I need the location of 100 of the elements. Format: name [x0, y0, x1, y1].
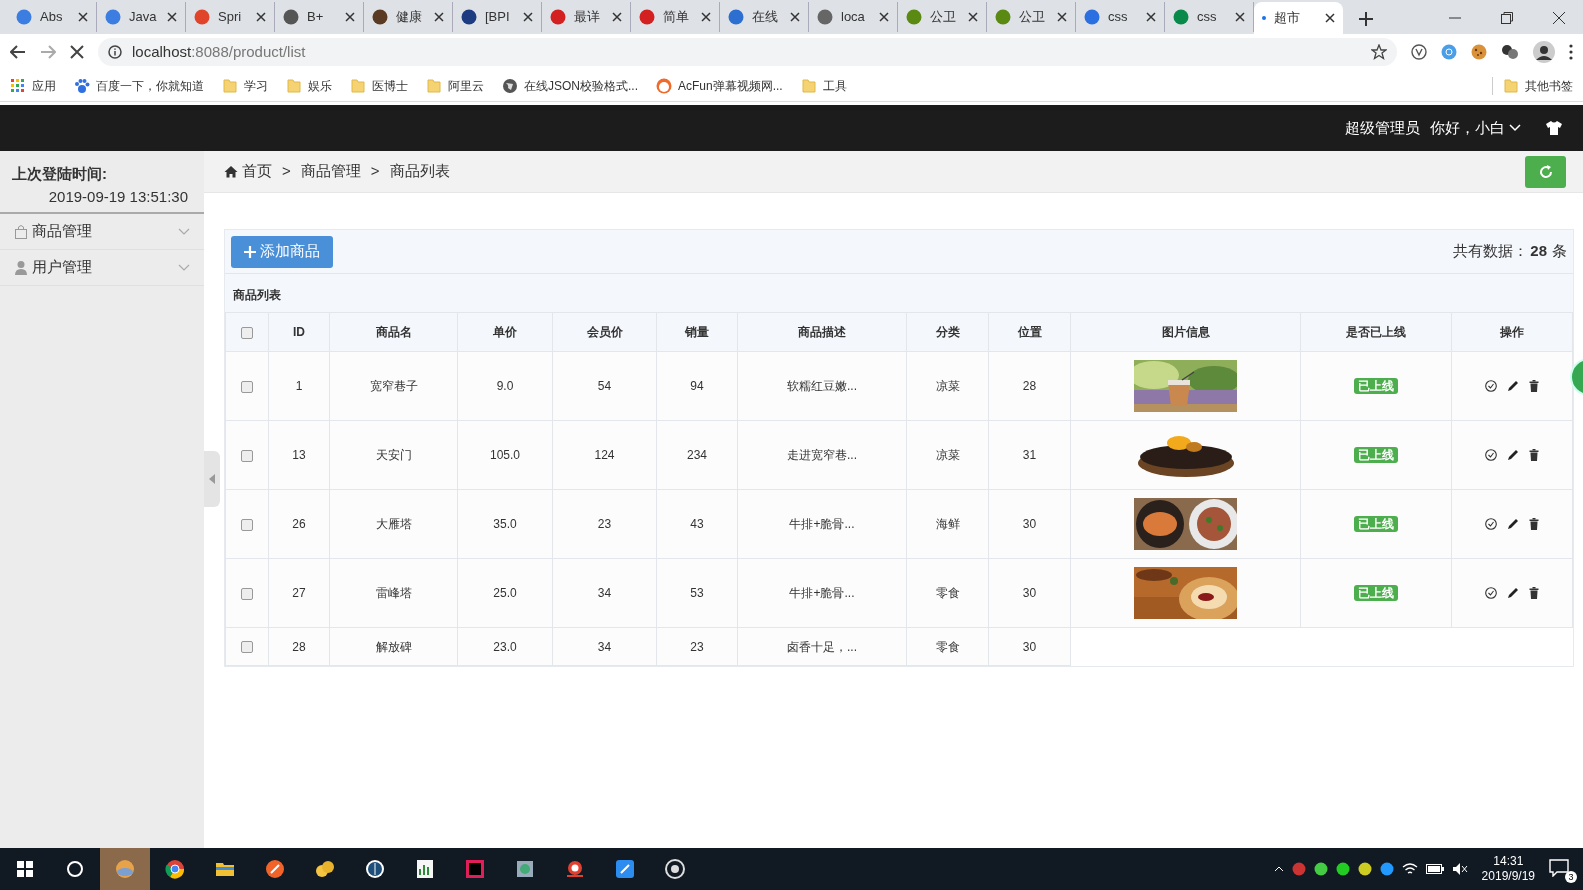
pencil-icon[interactable] — [1507, 587, 1519, 599]
cookie-icon[interactable] — [1471, 44, 1487, 60]
close-icon[interactable] — [701, 12, 711, 22]
refresh-button[interactable] — [1525, 155, 1566, 188]
close-icon[interactable] — [1235, 12, 1245, 22]
row-checkbox[interactable] — [241, 587, 253, 600]
check-circle-icon[interactable] — [1485, 449, 1497, 461]
close-icon[interactable] — [78, 12, 88, 22]
new-tab-icon[interactable] — [1359, 12, 1373, 26]
app-icon[interactable] — [615, 859, 635, 879]
close-icon[interactable] — [523, 12, 533, 22]
windows-icon[interactable] — [15, 859, 35, 879]
browser-tab[interactable]: 最详 — [542, 2, 631, 32]
extension-icon[interactable] — [1411, 44, 1427, 60]
table-cell: 23.0 — [493, 639, 517, 654]
trash-icon[interactable] — [1529, 380, 1539, 392]
app-icon[interactable] — [265, 859, 285, 879]
search-icon[interactable] — [65, 859, 85, 879]
tray-icon[interactable] — [1379, 862, 1394, 876]
column-header: 商品名 — [375, 325, 412, 339]
collapse-handle[interactable] — [204, 451, 220, 507]
row-checkbox[interactable] — [241, 449, 253, 462]
app-icon[interactable] — [665, 859, 685, 879]
bookmark[interactable]: AcFun弹幕视频网... — [656, 76, 783, 95]
check-circle-icon[interactable] — [1485, 380, 1497, 392]
bookmark[interactable]: 百度一下，你就知道 — [74, 76, 204, 95]
wifi-icon[interactable] — [1401, 862, 1418, 876]
back-icon[interactable] — [10, 45, 26, 59]
close-icon[interactable] — [434, 12, 444, 22]
check-circle-icon[interactable] — [1485, 587, 1497, 599]
app-icon[interactable] — [365, 859, 385, 879]
bookmark[interactable]: 学习 — [222, 76, 268, 95]
select-all-checkbox[interactable] — [241, 326, 253, 339]
tray-icon[interactable] — [1335, 862, 1350, 876]
shirt-icon[interactable] — [1545, 120, 1563, 136]
row-checkbox[interactable] — [241, 518, 253, 531]
close-icon[interactable] — [167, 12, 177, 22]
pencil-icon[interactable] — [1507, 518, 1519, 530]
app-icon[interactable] — [315, 859, 335, 879]
app-icon[interactable] — [515, 859, 535, 879]
pencil-icon[interactable] — [1507, 380, 1519, 392]
browser-tab[interactable]: css — [1076, 2, 1165, 32]
breadcrumb-link[interactable]: 商品列表 — [389, 160, 450, 183]
avatar-icon[interactable] — [1533, 41, 1555, 63]
caret-up-icon[interactable] — [1273, 866, 1284, 872]
bookmark[interactable]: 娱乐 — [286, 76, 332, 95]
bookmark[interactable]: 其他书签 — [1492, 76, 1573, 95]
stop-icon[interactable] — [70, 45, 84, 59]
browser-tab[interactable]: Abs — [8, 2, 97, 32]
close-icon[interactable] — [256, 12, 266, 22]
bookmark[interactable]: 应用 — [10, 76, 56, 95]
battery-icon[interactable] — [1425, 864, 1444, 874]
trash-icon[interactable] — [1529, 587, 1539, 599]
check-circle-icon[interactable] — [1485, 518, 1497, 530]
browser-tab[interactable]: Spri — [186, 2, 275, 32]
browser-tab[interactable]: 公卫 — [898, 2, 987, 32]
user-menu[interactable]: 你好，小白 — [1430, 116, 1521, 140]
close-icon[interactable] — [968, 12, 978, 22]
browser-tab[interactable]: loca — [809, 2, 898, 32]
browser-tab[interactable]: Java — [97, 2, 186, 32]
breadcrumb-link[interactable]: 商品管理 — [300, 160, 361, 183]
extension-icon[interactable] — [1501, 44, 1519, 60]
browser-tab[interactable]: 在线 — [720, 2, 809, 32]
browser-tab[interactable]: css — [1165, 2, 1254, 32]
close-icon[interactable] — [879, 12, 889, 22]
trash-icon[interactable] — [1529, 449, 1539, 461]
clock[interactable]: 14:31 2019/9/19 — [1481, 854, 1535, 884]
bookmark[interactable]: 阿里云 — [426, 76, 484, 95]
table-cell: 28 — [292, 639, 306, 654]
bookmark[interactable]: 工具 — [800, 76, 847, 95]
browser-tab[interactable]: 简单 — [631, 2, 720, 32]
restore-icon[interactable] — [1501, 12, 1513, 24]
chart-app-icon[interactable] — [415, 859, 435, 879]
close-icon[interactable] — [612, 12, 622, 22]
trash-icon[interactable] — [1529, 518, 1539, 530]
breadcrumb-link[interactable]: 首页 — [224, 160, 272, 183]
row-checkbox[interactable] — [241, 380, 253, 393]
bookmark[interactable]: 在线JSON校验格式... — [502, 76, 638, 95]
star-icon[interactable] — [1371, 44, 1387, 60]
more-icon[interactable] — [1569, 44, 1573, 60]
speaker-muted-icon[interactable] — [1451, 862, 1468, 876]
browser-icon[interactable] — [165, 859, 185, 879]
close-icon[interactable] — [1553, 12, 1565, 24]
row-checkbox[interactable] — [241, 641, 253, 654]
close-icon[interactable] — [1325, 13, 1335, 23]
bookmark[interactable]: 医博士 — [350, 76, 408, 95]
browser-tab[interactable]: 公卫 — [987, 2, 1076, 32]
browser-tab[interactable]: 超市 — [1254, 2, 1343, 34]
close-icon[interactable] — [1146, 12, 1156, 22]
tray-icon[interactable] — [1357, 862, 1372, 876]
close-icon[interactable] — [345, 12, 355, 22]
browser-tab[interactable]: [BPI — [453, 2, 542, 32]
close-icon[interactable] — [790, 12, 800, 22]
pencil-icon[interactable] — [1507, 449, 1519, 461]
tray-icon[interactable] — [1313, 862, 1328, 876]
address-bar[interactable]: localhost:8088/product/list — [98, 38, 1397, 66]
browser-tab[interactable]: 健康 — [364, 2, 453, 32]
browser-tab[interactable]: B+ — [275, 2, 364, 32]
snail-icon[interactable] — [565, 859, 585, 879]
close-icon[interactable] — [1057, 12, 1067, 22]
